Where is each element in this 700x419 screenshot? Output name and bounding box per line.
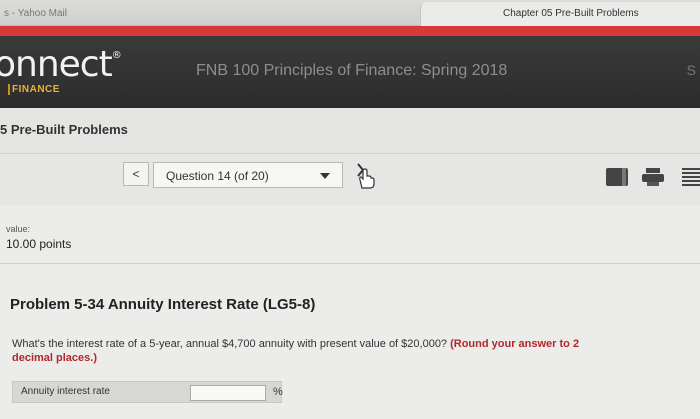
question-selector[interactable]: Question 14 (of 20)	[153, 162, 343, 188]
header-accent-bar	[0, 26, 700, 36]
answer-row: Annuity interest rate %	[12, 381, 283, 403]
previous-question-button[interactable]: <	[123, 162, 149, 186]
print-icon[interactable]	[642, 168, 664, 186]
annuity-interest-rate-input[interactable]	[190, 385, 266, 401]
logo-registered-mark: ®	[111, 50, 122, 61]
chevron-down-icon	[320, 173, 330, 179]
question-content: value: 10.00 points Problem 5-34 Annuity…	[0, 206, 700, 419]
course-title: FNB 100 Principles of Finance: Spring 20…	[196, 62, 508, 79]
divider	[0, 263, 700, 264]
question-points: 10.00 points	[6, 237, 72, 251]
question-prompt: What's the interest rate of a 5-year, an…	[12, 338, 451, 350]
browser-tab-strip: s - Yahoo Mail Chapter 05 Pre-Built Prob…	[0, 0, 700, 26]
value-label: value:	[6, 224, 31, 234]
answer-label: Annuity interest rate	[21, 386, 110, 397]
app-header: onnect® FINANCE FNB 100 Principles of Fi…	[0, 36, 700, 108]
next-question-button[interactable]	[352, 160, 378, 190]
ebook-icon[interactable]	[606, 168, 628, 186]
hand-pointer-icon	[357, 163, 375, 189]
assignment-header: 5 Pre-Built Problems	[0, 108, 700, 154]
tab-yahoo-mail[interactable]: s - Yahoo Mail	[0, 2, 300, 26]
user-menu[interactable]: S	[687, 62, 696, 78]
question-nav: < Question 14 (of 20)	[0, 156, 700, 202]
logo-text: onnect	[0, 44, 113, 85]
connect-logo[interactable]: onnect®	[0, 44, 122, 85]
question-selector-value: Question 14 (of 20)	[166, 169, 269, 183]
assignment-title: 5 Pre-Built Problems	[0, 122, 128, 137]
question-text: What's the interest rate of a 5-year, an…	[12, 337, 612, 365]
tab-chapter-05[interactable]: Chapter 05 Pre-Built Problems	[420, 2, 700, 26]
list-icon[interactable]	[682, 168, 700, 186]
logo-subtitle: FINANCE	[8, 84, 60, 95]
percent-unit: %	[273, 386, 283, 398]
problem-title: Problem 5-34 Annuity Interest Rate (LG5-…	[10, 296, 316, 313]
